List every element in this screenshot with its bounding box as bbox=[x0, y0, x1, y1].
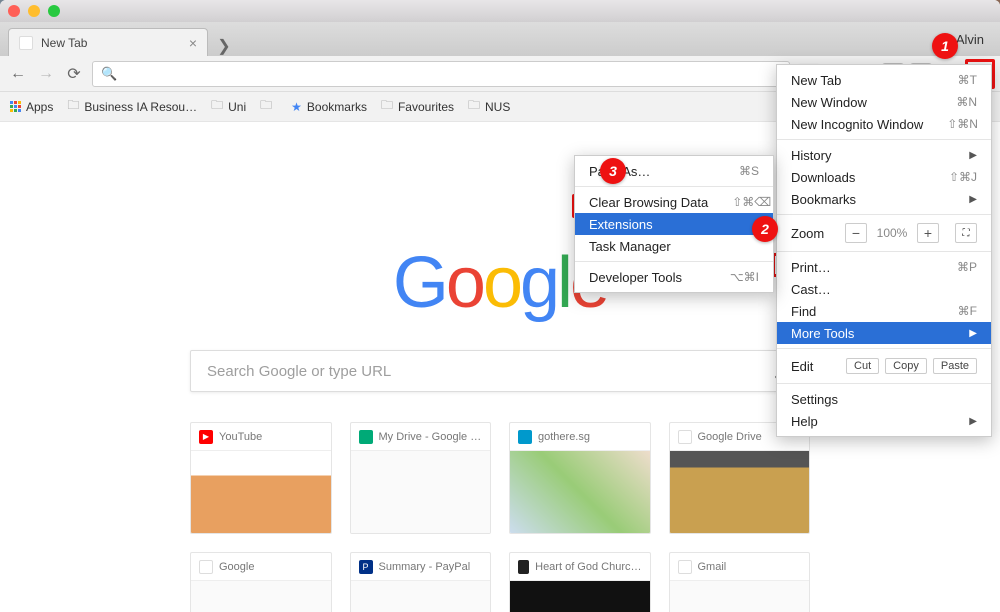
zoom-label: Zoom bbox=[791, 226, 837, 241]
copy-button[interactable]: Copy bbox=[885, 358, 927, 374]
menu-new-window[interactable]: New Window⌘N bbox=[777, 91, 991, 113]
apps-label: Apps bbox=[26, 100, 53, 114]
menu-zoom-row: Zoom − 100% + ⛶ bbox=[777, 219, 991, 247]
most-visited-tiles: ▶YouTube My Drive - Google … gothere.sg … bbox=[190, 422, 810, 612]
menu-print[interactable]: Print…⌘P bbox=[777, 256, 991, 278]
submenu-dev-tools[interactable]: Developer Tools⌥⌘I bbox=[575, 266, 773, 288]
folder-icon: 🗀 bbox=[211, 96, 223, 117]
menu-edit-row: Edit Cut Copy Paste bbox=[777, 353, 991, 379]
menu-incognito[interactable]: New Incognito Window⇧⌘N bbox=[777, 113, 991, 135]
bookmark-bookmarks[interactable]: ★Bookmarks bbox=[291, 100, 367, 114]
folder-icon: 🗀 bbox=[67, 96, 79, 117]
close-window-button[interactable] bbox=[8, 5, 20, 17]
bookmark-folder[interactable]: 🗀Favourites bbox=[381, 96, 454, 117]
menu-new-tab[interactable]: New Tab⌘T bbox=[777, 69, 991, 91]
menu-history[interactable]: History▶ bbox=[777, 144, 991, 166]
tile-gdrive[interactable]: Google Drive bbox=[669, 422, 811, 534]
fullscreen-button[interactable]: ⛶ bbox=[955, 223, 977, 243]
zoom-in-button[interactable]: + bbox=[917, 223, 939, 243]
menu-find[interactable]: Find⌘F bbox=[777, 300, 991, 322]
traffic-lights bbox=[8, 5, 60, 17]
tile-gmail[interactable]: Gmail bbox=[669, 552, 811, 612]
back-button[interactable]: ← bbox=[8, 64, 28, 84]
bookmark-folder[interactable]: 🗀Uni bbox=[211, 96, 246, 117]
search-box[interactable]: Search Google or type URL 🎤 bbox=[190, 350, 810, 392]
favicon-icon bbox=[678, 560, 692, 574]
tile-gothere[interactable]: gothere.sg bbox=[509, 422, 651, 534]
submenu-extensions[interactable]: Extensions bbox=[575, 213, 773, 235]
menu-separator bbox=[575, 186, 773, 187]
tile-hogc[interactable]: Heart of God Churc… bbox=[509, 552, 651, 612]
submenu-arrow-icon: ▶ bbox=[969, 328, 977, 339]
menu-separator bbox=[575, 261, 773, 262]
annotation-badge-3: 3 bbox=[600, 158, 626, 184]
tile-drive[interactable]: My Drive - Google … bbox=[350, 422, 492, 534]
favicon-icon bbox=[359, 430, 373, 444]
chrome-main-menu: New Tab⌘T New Window⌘N New Incognito Win… bbox=[776, 64, 992, 437]
menu-downloads[interactable]: Downloads⇧⌘J bbox=[777, 166, 991, 188]
search-placeholder: Search Google or type URL bbox=[207, 363, 391, 380]
menu-cast[interactable]: Cast… bbox=[777, 278, 991, 300]
minimize-window-button[interactable] bbox=[28, 5, 40, 17]
folder-icon: 🗀 bbox=[260, 96, 272, 117]
forward-button[interactable]: → bbox=[36, 64, 56, 84]
bookmark-folder[interactable]: 🗀Business IA Resou… bbox=[67, 96, 197, 117]
apps-shortcut[interactable]: Apps bbox=[10, 100, 53, 114]
menu-help[interactable]: Help▶ bbox=[777, 410, 991, 432]
cut-button[interactable]: Cut bbox=[846, 358, 879, 374]
submenu-arrow-icon: ▶ bbox=[969, 194, 977, 205]
zoom-window-button[interactable] bbox=[48, 5, 60, 17]
close-tab-icon[interactable]: × bbox=[189, 35, 197, 51]
apps-icon bbox=[10, 101, 21, 112]
favicon-icon bbox=[518, 430, 532, 444]
menu-separator bbox=[777, 383, 991, 384]
annotation-badge-2: 2 bbox=[752, 216, 778, 242]
submenu-clear-data[interactable]: Clear Browsing Data⇧⌘⌫ bbox=[575, 191, 773, 213]
menu-separator bbox=[777, 214, 991, 215]
bookmark-folder[interactable]: 🗀 bbox=[260, 96, 277, 117]
star-icon: ★ bbox=[291, 100, 302, 114]
bookmark-folder[interactable]: 🗀NUS bbox=[468, 96, 510, 117]
menu-separator bbox=[777, 139, 991, 140]
menu-separator bbox=[777, 348, 991, 349]
titlebar bbox=[0, 0, 1000, 22]
folder-icon: 🗀 bbox=[381, 96, 393, 117]
submenu-arrow-icon: ▶ bbox=[969, 416, 977, 427]
tile-youtube[interactable]: ▶YouTube bbox=[190, 422, 332, 534]
zoom-out-button[interactable]: − bbox=[845, 223, 867, 243]
browser-tab[interactable]: New Tab × bbox=[8, 28, 208, 56]
favicon-icon bbox=[678, 430, 692, 444]
menu-separator bbox=[777, 251, 991, 252]
tile-google[interactable]: Google bbox=[190, 552, 332, 612]
menu-settings[interactable]: Settings bbox=[777, 388, 991, 410]
tab-strip: New Tab × ❯ Alvin bbox=[0, 22, 1000, 56]
tile-paypal[interactable]: PSummary - PayPal bbox=[350, 552, 492, 612]
zoom-value: 100% bbox=[875, 226, 909, 240]
submenu-task-manager[interactable]: Task Manager bbox=[575, 235, 773, 257]
tab-favicon bbox=[19, 36, 33, 50]
menu-more-tools[interactable]: More Tools▶ bbox=[777, 322, 991, 344]
paste-button[interactable]: Paste bbox=[933, 358, 977, 374]
menu-bookmarks[interactable]: Bookmarks▶ bbox=[777, 188, 991, 210]
profile-name[interactable]: Alvin bbox=[956, 32, 992, 47]
reload-button[interactable]: ⟳ bbox=[64, 64, 84, 84]
search-icon: 🔍 bbox=[101, 66, 117, 82]
address-bar[interactable]: 🔍 bbox=[92, 61, 790, 87]
submenu-arrow-icon: ▶ bbox=[969, 150, 977, 161]
new-tab-button[interactable]: ❯ bbox=[212, 36, 236, 56]
annotation-badge-1: 1 bbox=[932, 33, 958, 59]
favicon-icon bbox=[199, 560, 213, 574]
folder-icon: 🗀 bbox=[468, 96, 480, 117]
favicon-icon: P bbox=[359, 560, 373, 574]
favicon-icon: ▶ bbox=[199, 430, 213, 444]
edit-label: Edit bbox=[791, 359, 840, 374]
favicon-icon bbox=[518, 560, 529, 574]
tab-title: New Tab bbox=[41, 36, 87, 50]
